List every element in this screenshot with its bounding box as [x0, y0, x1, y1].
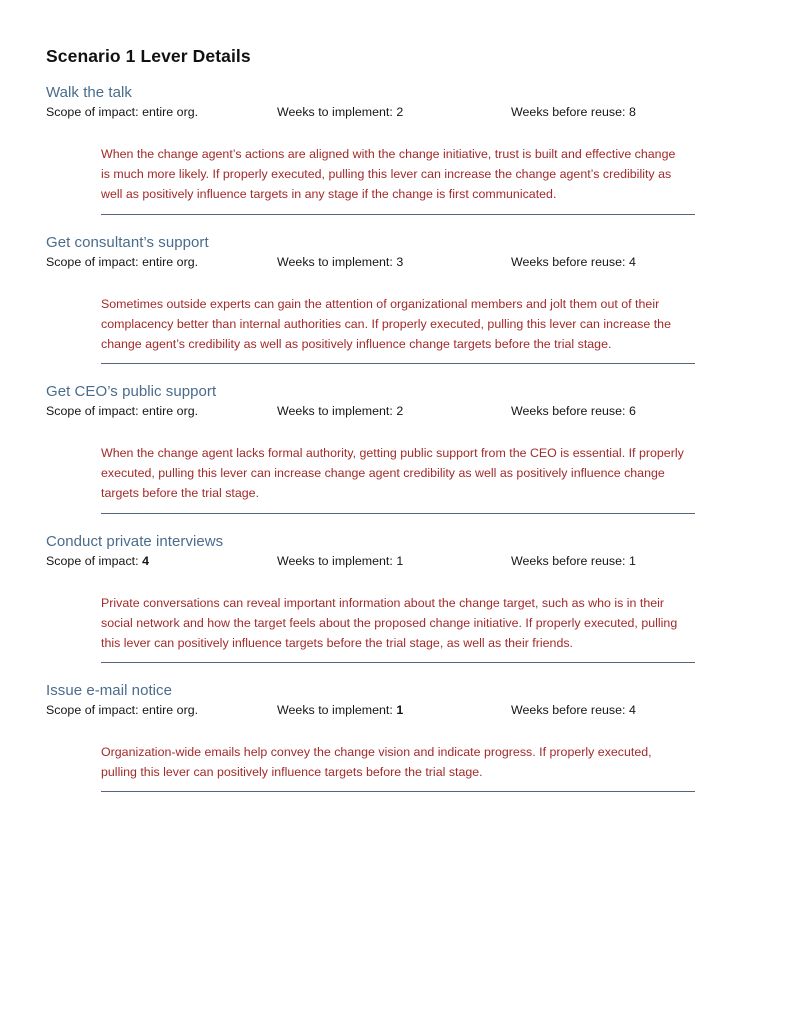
weeks-to-implement: Weeks to implement: 2 [277, 104, 511, 122]
document-page: Scenario 1 Lever Details Walk the talk S… [0, 0, 791, 1024]
weeks-before-reuse-value: 4 [628, 703, 636, 718]
lever-section: Walk the talk Scope of impact: entire or… [46, 83, 745, 215]
weeks-to-implement-value: 1 [396, 553, 404, 568]
scope-of-impact: Scope of impact: entire org. [46, 104, 277, 122]
scope-label: Scope of impact: [46, 404, 139, 419]
weeks-to-implement-value: 1 [396, 703, 404, 718]
lever-meta-row: Scope of impact: entire org. Weeks to im… [46, 403, 745, 421]
weeks-before-reuse: Weeks before reuse: 6 [511, 403, 636, 421]
section-divider [101, 791, 695, 793]
scope-label: Scope of impact: [46, 105, 139, 120]
scope-value: entire org. [142, 404, 199, 419]
weeks-before-reuse: Weeks before reuse: 8 [511, 104, 636, 122]
scope-value: entire org. [142, 105, 199, 120]
lever-description: Organization-wide emails help convey the… [101, 745, 652, 780]
weeks-before-reuse-label: Weeks before reuse: [511, 553, 626, 568]
weeks-to-implement-label: Weeks to implement: [277, 703, 393, 718]
weeks-before-reuse-value: 1 [628, 553, 636, 568]
weeks-before-reuse-label: Weeks before reuse: [511, 105, 626, 120]
lever-meta-row: Scope of impact: entire org. Weeks to im… [46, 702, 745, 720]
lever-title: Get consultant’s support [46, 233, 209, 251]
weeks-to-implement: Weeks to implement: 2 [277, 403, 511, 421]
lever-list: Walk the talk Scope of impact: entire or… [46, 83, 745, 793]
scope-value: 4 [142, 553, 149, 568]
weeks-to-implement: Weeks to implement: 3 [277, 254, 511, 272]
lever-description-wrap: Private conversations can reveal importa… [46, 571, 745, 653]
scope-value: entire org. [142, 703, 199, 718]
lever-meta-row: Scope of impact: entire org. Weeks to im… [46, 104, 745, 122]
scope-label: Scope of impact: [46, 254, 139, 269]
lever-section: Issue e-mail notice Scope of impact: ent… [46, 681, 745, 793]
lever-description: Sometimes outside experts can gain the a… [101, 296, 671, 351]
scope-of-impact: Scope of impact: entire org. [46, 702, 277, 720]
scope-of-impact: Scope of impact: entire org. [46, 403, 277, 421]
lever-meta-row: Scope of impact: 4 Weeks to implement: 1… [46, 553, 745, 571]
weeks-before-reuse-value: 4 [628, 254, 636, 269]
weeks-before-reuse-label: Weeks before reuse: [511, 703, 626, 718]
lever-description-wrap: Sometimes outside experts can gain the a… [46, 272, 745, 354]
weeks-before-reuse-label: Weeks before reuse: [511, 404, 626, 419]
lever-title: Walk the talk [46, 84, 132, 101]
weeks-to-implement: Weeks to implement: 1 [277, 553, 511, 571]
weeks-to-implement-label: Weeks to implement: [277, 553, 393, 568]
lever-section: Conduct private interviews Scope of impa… [46, 532, 745, 664]
lever-section: Get consultant’s support Scope of impact… [46, 233, 745, 365]
scope-of-impact: Scope of impact: 4 [46, 553, 277, 571]
weeks-to-implement-label: Weeks to implement: [277, 404, 393, 419]
weeks-to-implement-value: 3 [396, 254, 404, 269]
weeks-to-implement-label: Weeks to implement: [277, 254, 393, 269]
scope-of-impact: Scope of impact: entire org. [46, 254, 277, 272]
weeks-before-reuse-value: 8 [628, 105, 636, 120]
scope-label: Scope of impact: [46, 703, 139, 718]
lever-description-wrap: When the change agent’s actions are alig… [46, 122, 745, 204]
weeks-to-implement-label: Weeks to implement: [277, 105, 393, 120]
lever-title: Issue e-mail notice [46, 682, 173, 700]
lever-title: Conduct private interviews [46, 532, 224, 550]
scope-value: entire org. [142, 254, 199, 269]
page-title: Scenario 1 Lever Details [46, 46, 251, 66]
scope-label: Scope of impact: [46, 553, 139, 568]
lever-description: When the change agent lacks formal autho… [101, 446, 684, 501]
weeks-to-implement: Weeks to implement: 1 [277, 702, 511, 720]
lever-description: Private conversations can reveal importa… [101, 595, 678, 650]
weeks-before-reuse: Weeks before reuse: 4 [511, 702, 636, 720]
lever-description: When the change agent’s actions are alig… [101, 147, 676, 202]
lever-section: Get CEO’s public support Scope of impact… [46, 382, 745, 514]
weeks-before-reuse-value: 6 [628, 404, 636, 419]
weeks-before-reuse-label: Weeks before reuse: [511, 254, 626, 269]
lever-meta-row: Scope of impact: entire org. Weeks to im… [46, 254, 745, 272]
lever-description-wrap: Organization-wide emails help convey the… [46, 720, 745, 782]
weeks-before-reuse: Weeks before reuse: 1 [511, 553, 636, 571]
lever-title: Get CEO’s public support [46, 383, 217, 401]
lever-description-wrap: When the change agent lacks formal autho… [46, 421, 745, 503]
weeks-before-reuse: Weeks before reuse: 4 [511, 254, 636, 272]
weeks-to-implement-value: 2 [396, 105, 404, 120]
weeks-to-implement-value: 2 [396, 404, 404, 419]
